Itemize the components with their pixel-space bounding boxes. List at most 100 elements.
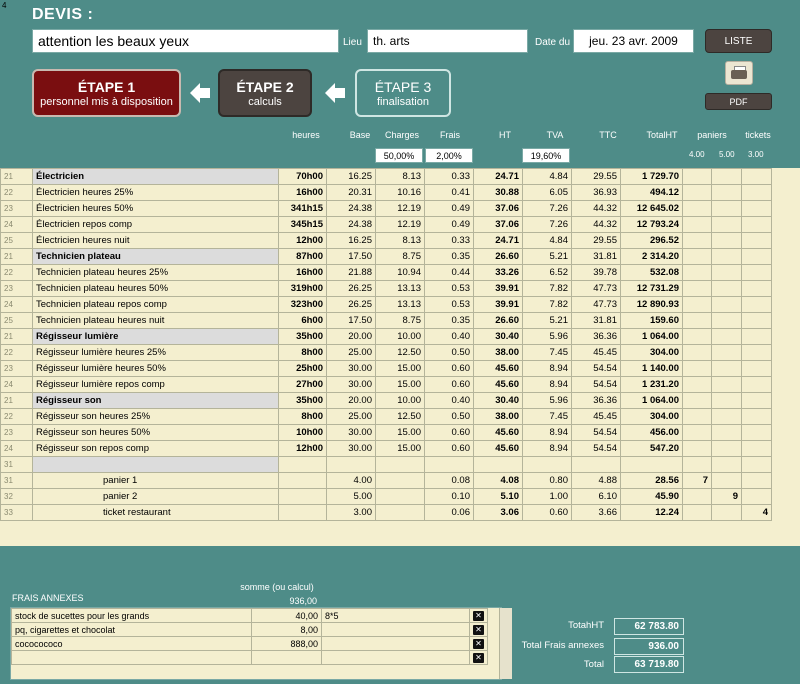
cell-ttc[interactable] [571,456,621,473]
cell-label[interactable]: Régisseur lumière [32,328,279,345]
cell-p[interactable] [682,488,712,505]
cell-p2[interactable] [711,328,742,345]
cell-base[interactable]: 21.88 [326,264,376,281]
cell-t[interactable] [741,232,772,249]
cell-p[interactable] [682,376,712,393]
cell-ht[interactable]: 38.00 [473,408,523,425]
cell-tva[interactable] [522,456,572,473]
cell-frais[interactable]: 0.41 [424,184,474,201]
cell-ttc[interactable]: 29.55 [571,232,621,249]
cell-label[interactable]: Électricien repos comp [32,216,279,233]
cell-ht[interactable]: 33.26 [473,264,523,281]
cell-label[interactable]: Régisseur son [32,392,279,409]
frais-somme-field[interactable] [251,650,322,665]
cell-base[interactable]: 5.00 [326,488,376,505]
cell-totalht[interactable]: 159.60 [620,312,683,329]
cell-ttc[interactable]: 36.36 [571,328,621,345]
cell-ttc[interactable]: 6.10 [571,488,621,505]
cell-p[interactable] [682,232,712,249]
cell-heures[interactable]: 10h00 [278,424,327,441]
cell-p2[interactable]: 9 [711,488,742,505]
cell-p[interactable] [682,168,712,185]
date-field[interactable]: jeu. 23 avr. 2009 [573,29,694,53]
frais-somme-field[interactable]: 40,00 [251,608,322,623]
cell-p2[interactable] [711,280,742,297]
cell-p2[interactable] [711,264,742,281]
pdf-button[interactable]: PDF [705,93,772,110]
step-2-button[interactable]: ÉTAPE 2 calculs [218,69,312,117]
cell-tva[interactable]: 8.94 [522,440,572,457]
cell-tva[interactable]: 0.80 [522,472,572,489]
cell-p[interactable] [682,328,712,345]
cell-label[interactable]: Régisseur son heures 50% [32,424,279,441]
cell-totalht[interactable]: 1 231.20 [620,376,683,393]
cell-charges[interactable] [375,504,425,521]
cell-totalht[interactable]: 28.56 [620,472,683,489]
cell-ttc[interactable]: 36.93 [571,184,621,201]
cell-tva[interactable]: 7.26 [522,216,572,233]
cell-ht[interactable]: 24.71 [473,168,523,185]
cell-heures[interactable]: 8h00 [278,408,327,425]
cell-frais[interactable]: 0.10 [424,488,474,505]
cell-ht[interactable]: 45.60 [473,424,523,441]
cell-heures[interactable]: 87h00 [278,248,327,265]
cell-label[interactable]: Régisseur son repos comp [32,440,279,457]
cell-totalht[interactable]: 12 890.93 [620,296,683,313]
cell-t[interactable] [741,328,772,345]
cell-tva[interactable]: 7.45 [522,408,572,425]
cell-ht[interactable] [473,456,523,473]
cell-p2[interactable] [711,232,742,249]
cell-charges[interactable] [375,472,425,489]
cell-label[interactable]: panier 2 [32,488,279,505]
cell-label[interactable]: Électricien [32,168,279,185]
cell-totalht[interactable]: 304.00 [620,344,683,361]
cell-ttc[interactable]: 45.45 [571,408,621,425]
cell-base[interactable]: 16.25 [326,232,376,249]
cell-frais[interactable]: 0.60 [424,440,474,457]
cell-t[interactable] [741,408,772,425]
cell-heures[interactable] [278,472,327,489]
cell-ttc[interactable]: 54.54 [571,360,621,377]
cell-frais[interactable]: 0.60 [424,360,474,377]
cell-label[interactable]: panier 1 [32,472,279,489]
cell-label[interactable]: Technicien plateau heures nuit [32,312,279,329]
cell-ttc[interactable]: 47.73 [571,280,621,297]
cell-t[interactable] [741,344,772,361]
cell-p[interactable]: 7 [682,472,712,489]
cell-label[interactable]: Électricien heures 25% [32,184,279,201]
cell-totalht[interactable]: 456.00 [620,424,683,441]
cell-charges[interactable]: 13.13 [375,296,425,313]
frais-label-field[interactable]: pq, cigarettes et chocolat [11,622,252,637]
cell-t[interactable] [741,440,772,457]
cell-p2[interactable] [711,360,742,377]
cell-tva[interactable]: 8.94 [522,424,572,441]
cell-frais[interactable]: 0.33 [424,168,474,185]
cell-p2[interactable] [711,456,742,473]
cell-ttc[interactable]: 44.32 [571,216,621,233]
cell-totalht[interactable]: 12 645.02 [620,200,683,217]
cell-p2[interactable] [711,392,742,409]
cell-heures[interactable]: 25h00 [278,360,327,377]
cell-charges[interactable]: 10.00 [375,392,425,409]
cell-totalht[interactable]: 12 793.24 [620,216,683,233]
cell-tva[interactable]: 6.52 [522,264,572,281]
cell-p[interactable] [682,456,712,473]
cell-tva[interactable]: 5.21 [522,312,572,329]
cell-charges[interactable]: 8.13 [375,232,425,249]
cell-p[interactable] [682,200,712,217]
cell-tva[interactable]: 4.84 [522,168,572,185]
cell-t[interactable] [741,168,772,185]
cell-tva[interactable]: 7.82 [522,280,572,297]
liste-button[interactable]: LISTE [705,29,772,53]
cell-p[interactable] [682,424,712,441]
cell-t[interactable] [741,424,772,441]
cell-ttc[interactable]: 54.54 [571,424,621,441]
cell-heures[interactable]: 319h00 [278,280,327,297]
cell-ttc[interactable]: 39.78 [571,264,621,281]
cell-p2[interactable] [711,440,742,457]
cell-t[interactable] [741,360,772,377]
cell-charges[interactable]: 15.00 [375,424,425,441]
frais-calc-field[interactable]: 8*5 [321,608,470,623]
cell-p2[interactable] [711,424,742,441]
charges-rate-field[interactable]: 50,00% [375,148,423,163]
